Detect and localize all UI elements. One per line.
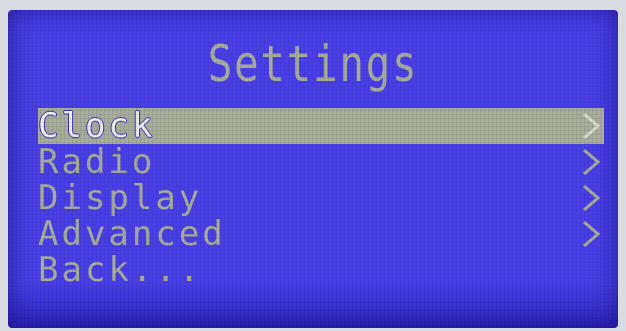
device-bezel: Settings Clock Radio Display Advanced Ba… bbox=[0, 0, 626, 331]
menu-item-label: Radio bbox=[38, 142, 156, 182]
menu-item-advanced[interactable]: Advanced bbox=[38, 216, 604, 252]
chevron-right-icon bbox=[578, 110, 604, 142]
settings-menu: Clock Radio Display Advanced Back... bbox=[38, 108, 604, 288]
lcd-screen: Settings Clock Radio Display Advanced Ba… bbox=[8, 10, 618, 328]
lcd-bottom-shade bbox=[8, 282, 618, 328]
menu-item-label: Clock bbox=[38, 106, 156, 146]
chevron-right-icon bbox=[578, 182, 604, 214]
menu-item-label: Display bbox=[38, 178, 203, 218]
menu-item-clock[interactable]: Clock bbox=[38, 108, 604, 144]
chevron-right-icon bbox=[578, 218, 604, 250]
chevron-right-icon bbox=[578, 146, 604, 178]
menu-item-display[interactable]: Display bbox=[38, 180, 604, 216]
menu-item-radio[interactable]: Radio bbox=[38, 144, 604, 180]
menu-item-label: Advanced bbox=[38, 214, 226, 254]
screen-title: Settings bbox=[207, 35, 419, 93]
